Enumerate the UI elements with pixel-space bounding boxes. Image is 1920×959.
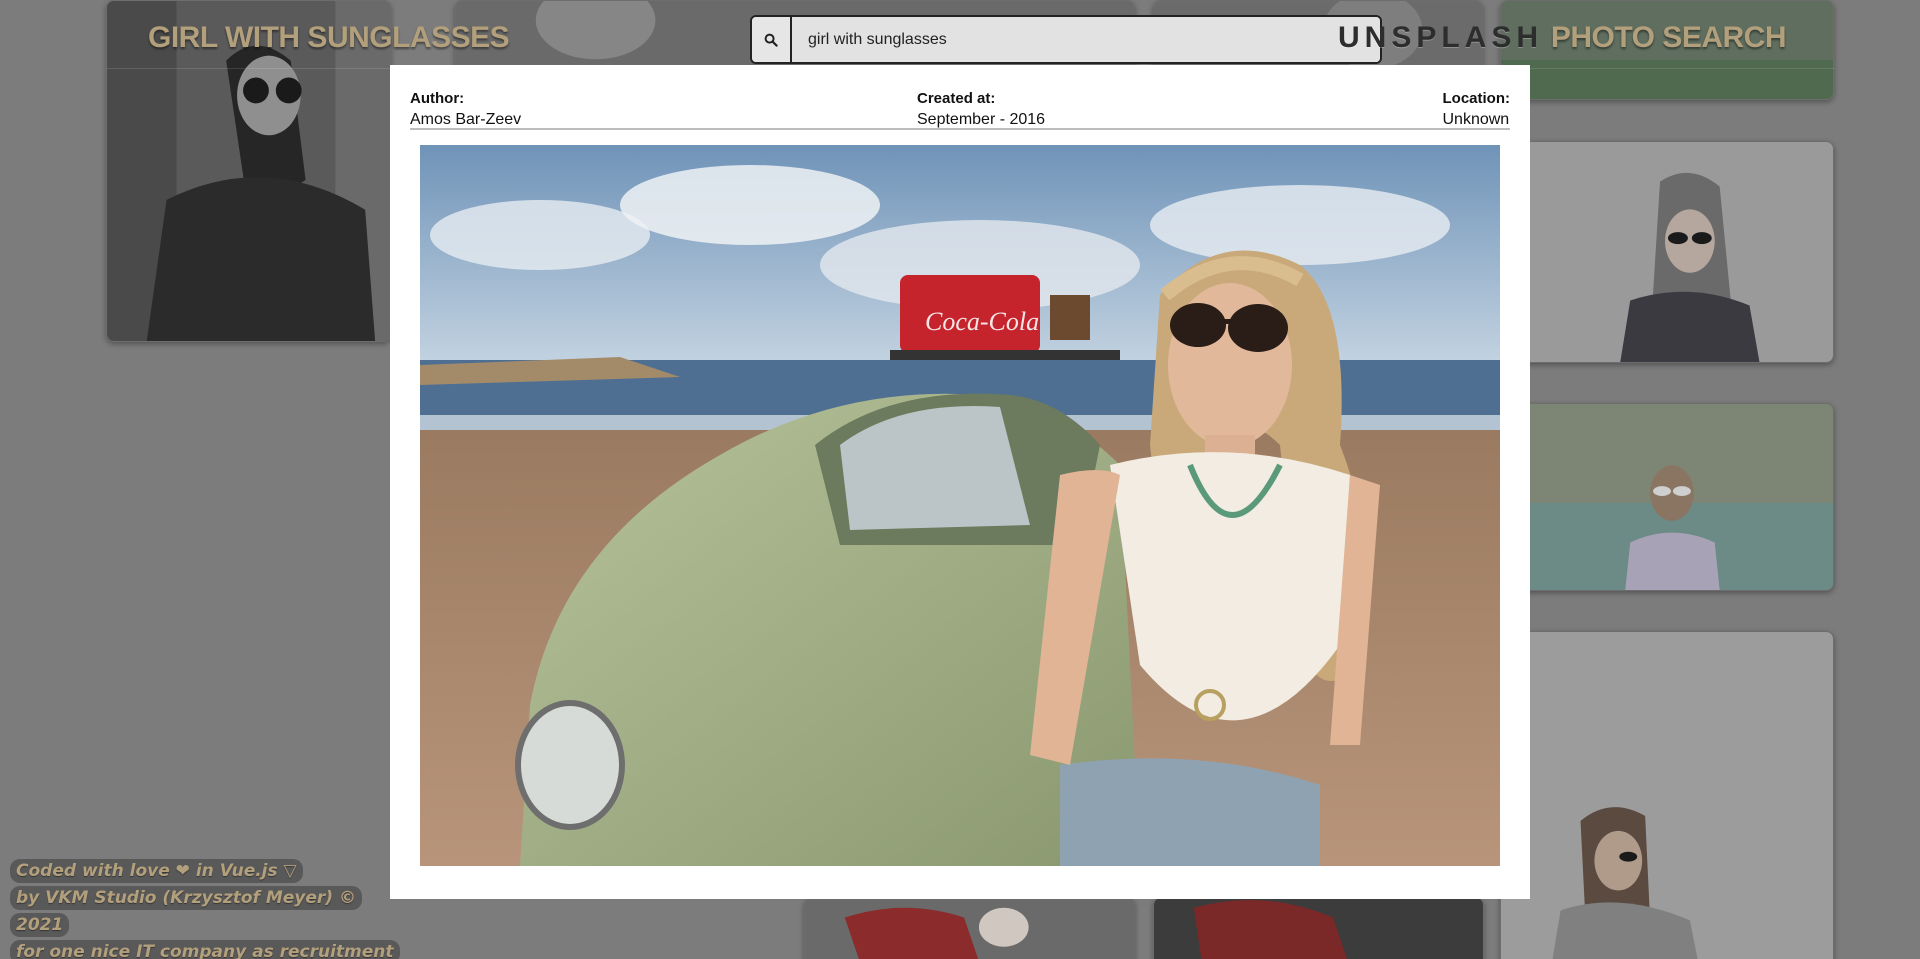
author-info: Author: Amos Bar-Zeev [410,89,521,131]
search-button[interactable] [752,17,792,62]
brand-unsplash: UNSPLASH [1337,21,1543,54]
location-label: Location: [1442,90,1511,107]
app-header: GIRL WITH SUNGLASSES UNSPLASH PHOTO SEAR… [106,3,1834,69]
photo-modal: Author: Amos Bar-Zeev Created at: Septem… [390,65,1530,899]
brand-photo-search: PHOTO SEARCH [1550,21,1787,54]
svg-text:Coca-Cola: Coca-Cola [925,307,1039,336]
created-label: Created at: [917,90,996,107]
created-value: September - 2016 [917,111,1046,128]
author-label: Author: [410,90,465,107]
search-bar [750,15,1382,64]
credit-line-3: for one nice IT company as recruitment t… [10,940,400,959]
location-info: Location: Unknown [1443,89,1511,131]
search-input[interactable] [792,17,1380,62]
gallery-photo[interactable] [1500,403,1834,591]
gallery-photo[interactable] [804,897,1135,959]
modal-photo: Coca-Cola [420,145,1500,866]
app-brand-title: UNSPLASH PHOTO SEARCH [1337,21,1787,55]
query-title: GIRL WITH SUNGLASSES [148,21,510,54]
photo-meta: Author: Amos Bar-Zeev Created at: Septem… [410,89,1510,130]
credit-line-1: Coded with love ❤ in Vue.js ▽ [10,859,303,883]
location-value: Unknown [1442,111,1510,128]
gallery-photo[interactable] [1500,141,1834,363]
credit-line-2: by VKM Studio (Krzysztof Meyer) © 2021 [10,886,362,937]
gallery-photo[interactable] [1153,897,1484,959]
author-value: Amos Bar-Zeev [410,111,522,128]
created-info: Created at: September - 2016 [917,89,1045,131]
gallery-photo[interactable] [1500,631,1834,959]
footer-credit: Coded with love ❤ in Vue.js ▽ by VKM Stu… [10,858,410,959]
search-icon [764,33,778,47]
